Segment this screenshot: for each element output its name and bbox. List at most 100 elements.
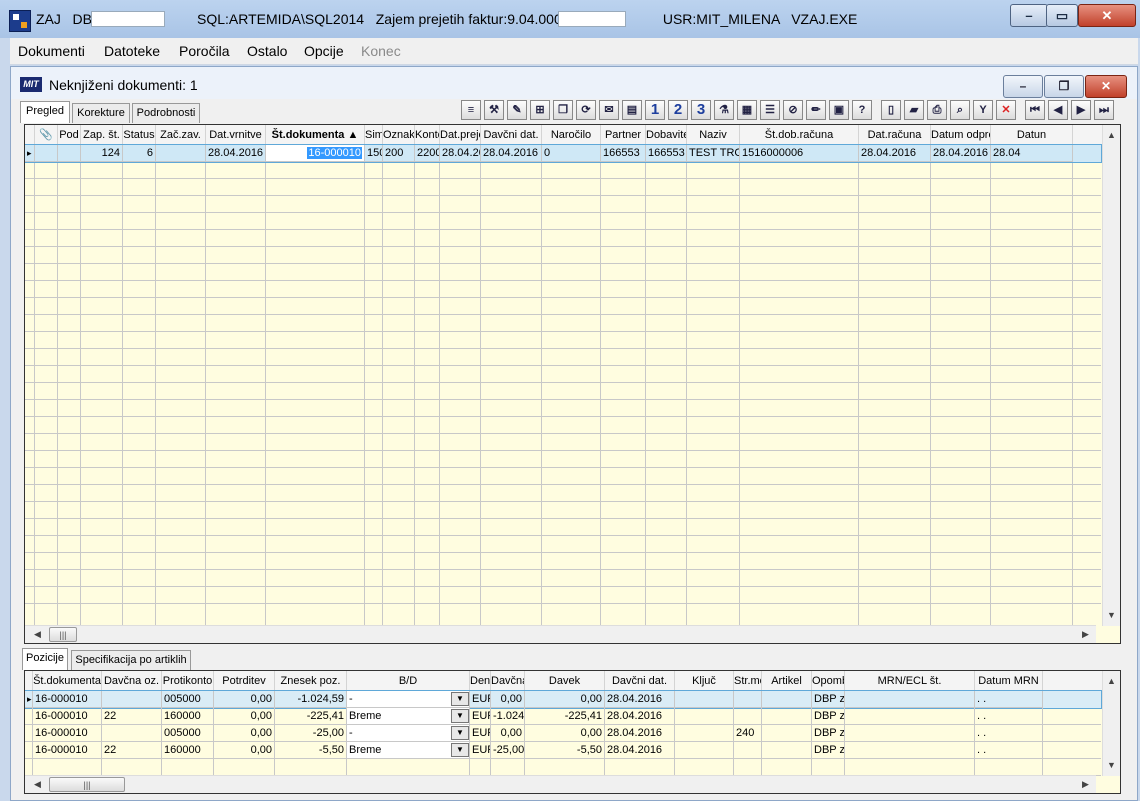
table-cell[interactable]: -5,50 <box>525 742 605 759</box>
table-cell[interactable]: 16-000010 <box>266 145 365 162</box>
table-cell[interactable]: 6 <box>123 145 156 162</box>
scroll-up-icon[interactable]: ▲ <box>1103 127 1120 144</box>
column-header[interactable]: Konto <box>415 125 440 145</box>
table-cell[interactable] <box>734 708 762 725</box>
table-cell[interactable]: 28.04.2016 <box>931 145 991 162</box>
calc-button[interactable]: ▦ <box>737 100 757 120</box>
tab-pregled[interactable]: Pregled <box>20 101 70 123</box>
edit-check-button[interactable]: ✎ <box>507 100 527 120</box>
table-cell[interactable]: 22 <box>102 708 162 725</box>
close-button[interactable]: ✕ <box>1078 4 1136 27</box>
column-header[interactable]: Datun <box>991 125 1073 145</box>
table-cell[interactable]: DBP za skonto 16-000009 <box>812 742 845 759</box>
scroll-thumb[interactable]: ||| <box>49 777 125 792</box>
table-cell[interactable]: 16-000010 <box>33 691 102 708</box>
column-header[interactable]: Davek <box>525 671 605 691</box>
table-cell[interactable]: TEST TRGOVINA, D.D. <box>687 145 740 162</box>
table-cell[interactable]: EUR <box>470 691 491 708</box>
table-cell[interactable]: 28.04.2016 <box>605 708 675 725</box>
table-cell[interactable] <box>675 742 734 759</box>
table-cell[interactable]: 0,00 <box>214 742 275 759</box>
table-row[interactable]: ▸124628.04.201616-00001015020022000228.0… <box>25 144 1102 163</box>
bd-dropdown-arrow-icon[interactable]: ▼ <box>451 692 469 706</box>
column-header[interactable]: MRN/ECL št. <box>845 671 975 691</box>
list-button[interactable]: ☰ <box>760 100 780 120</box>
table-cell[interactable]: 200 <box>383 145 415 162</box>
table-cell[interactable]: . . <box>975 691 1043 708</box>
table-cell[interactable]: 005000 <box>162 725 214 742</box>
column-header[interactable]: Št.dokumenta <box>33 671 102 691</box>
inner-close-button[interactable]: ✕ <box>1085 75 1127 98</box>
scroll-left-icon[interactable]: ◀ <box>29 776 46 793</box>
column-header[interactable]: Ključ <box>675 671 734 691</box>
scroll-thumb[interactable]: ||| <box>49 627 77 642</box>
table-cell[interactable] <box>762 691 812 708</box>
table-cell[interactable]: DBP za skonto 16-000007 <box>812 691 845 708</box>
filter-button[interactable]: Y <box>973 100 993 120</box>
column-header[interactable]: Pod <box>58 125 81 145</box>
table-cell[interactable]: 28.04.2016 <box>206 145 266 162</box>
maximize-button[interactable]: ▭ <box>1046 4 1078 27</box>
table-cell[interactable]: . . <box>975 725 1043 742</box>
column-header[interactable]: Status <box>123 125 156 145</box>
scroll-down-icon[interactable]: ▼ <box>1103 607 1120 624</box>
column-header[interactable]: B/D <box>347 671 470 691</box>
horizontal-scrollbar[interactable]: ◀ ||| ▶ <box>25 625 1096 643</box>
prev-record-button[interactable]: ◀ <box>1048 100 1068 120</box>
table-cell[interactable] <box>845 742 975 759</box>
table-cell[interactable]: -225,41 <box>275 708 347 725</box>
scroll-up-icon[interactable]: ▲ <box>1103 673 1120 690</box>
table-cell[interactable]: 0,00 <box>214 691 275 708</box>
table-cell[interactable]: 28.04.2016 <box>440 145 481 162</box>
tools-button[interactable]: ⚒ <box>484 100 504 120</box>
table-cell[interactable]: -1.024,59 <box>275 691 347 708</box>
table-cell[interactable]: DBP za skonto 16-000009 <box>812 725 845 742</box>
column-header[interactable]: Davčni dat. <box>481 125 542 145</box>
find-button[interactable]: ⌕ <box>950 100 970 120</box>
table-cell[interactable]: -1.024,59 <box>491 708 525 725</box>
table-row[interactable]: ▸16-0000100050000,00-1.024,59-▼EUR0,000,… <box>25 690 1102 709</box>
table-cell[interactable] <box>762 742 812 759</box>
inner-restore-button[interactable]: ❐ <box>1044 75 1084 98</box>
table-row[interactable]: 16-0000100050000,00-25,00-▼EUR0,000,0028… <box>25 725 1101 742</box>
table-cell[interactable]: 28.04.2016 <box>481 145 542 162</box>
table-cell[interactable] <box>156 145 206 162</box>
new-document-button[interactable]: ▯ <box>881 100 901 120</box>
table-cell[interactable] <box>762 725 812 742</box>
table-cell[interactable]: Breme ▼ <box>347 742 470 759</box>
column-header[interactable]: Dat.vrnitve <box>206 125 266 145</box>
table-cell[interactable]: . . <box>975 708 1043 725</box>
table-cell[interactable]: 0,00 <box>214 725 275 742</box>
column-header[interactable]: Dat.prejema <box>440 125 481 145</box>
column-header[interactable]: Artikel <box>762 671 812 691</box>
table-row[interactable]: 16-000010221600000,00-5,50Breme▼EUR-25,0… <box>25 742 1101 759</box>
minimize-button[interactable]: – <box>1010 4 1048 27</box>
table-cell[interactable] <box>845 725 975 742</box>
menu-porocila[interactable]: Poročila <box>179 43 230 59</box>
column-header[interactable]: 📎 <box>35 125 58 145</box>
column-header[interactable]: Davčna oz. <box>102 671 162 691</box>
attach-button[interactable]: ⊘ <box>783 100 803 120</box>
delete-button[interactable]: ✕ <box>996 100 1016 120</box>
column-header[interactable]: Davčni dat. <box>605 671 675 691</box>
column-header[interactable]: Dat.računa <box>859 125 931 145</box>
menu-opcije[interactable]: Opcije <box>304 43 344 59</box>
table-cell[interactable] <box>734 742 762 759</box>
table-cell[interactable]: -25,00 <box>491 742 525 759</box>
book-button[interactable]: ▤ <box>622 100 642 120</box>
column-header[interactable]: Zač.zav. <box>156 125 206 145</box>
table-cell[interactable]: . . <box>975 742 1043 759</box>
column-header[interactable]: Den.enota <box>470 671 491 691</box>
scroll-right-icon[interactable]: ▶ <box>1077 776 1094 793</box>
column-header[interactable]: Oznaka <box>383 125 415 145</box>
table-cell[interactable]: 22 <box>102 742 162 759</box>
table-cell[interactable]: 1516000006 <box>740 145 859 162</box>
table-cell[interactable]: EUR <box>470 708 491 725</box>
column-header[interactable]: Naročilo <box>542 125 601 145</box>
table-cell[interactable] <box>675 691 734 708</box>
scroll-right-icon[interactable]: ▶ <box>1077 626 1094 643</box>
column-header[interactable]: Datum MRN <box>975 671 1043 691</box>
table-cell[interactable]: DBP za skonto 16-000007 <box>812 708 845 725</box>
pencil-button[interactable]: ✏ <box>806 100 826 120</box>
table-cell[interactable] <box>675 708 734 725</box>
